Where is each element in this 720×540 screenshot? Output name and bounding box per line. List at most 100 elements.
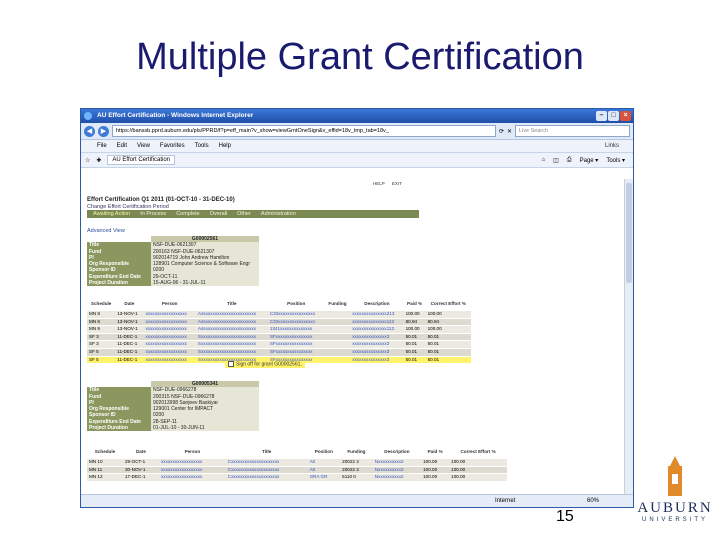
auburn-logo: AUBURN UNIVERSITY (636, 456, 714, 532)
table-cell-title: Sxxxxxxxxxxxxxxxxxxxxxxxx (195, 340, 268, 349)
advanced-view-link[interactable]: Advanced View (87, 228, 125, 234)
table-cell-fund (324, 318, 351, 327)
table-cell-date: 11-DEC-1 (115, 340, 144, 349)
address-input[interactable]: https://banssb.pprd.auburn.edu/pls/PPRD/… (112, 125, 496, 137)
table-cell-desc: Nxxxxxxxxxx2 (372, 466, 422, 475)
table-cell-schedule: MN 8 (87, 311, 116, 319)
menu-help[interactable]: Help (219, 143, 231, 149)
table-cell-title: Assxxxxxxxxxxxxxxxxxxxxxx (195, 318, 268, 327)
grant1-field-label: Project Duration (87, 280, 151, 287)
tab-awaiting-action[interactable]: Awaiting Action (93, 210, 130, 218)
table-cell-fund (324, 340, 351, 349)
column-header: Title (225, 445, 308, 459)
refresh-icon[interactable]: ⟳ (499, 128, 504, 135)
table-cell-person: xxxxxxxxxxxxxxxxxx (143, 333, 196, 342)
scrollbar-thumb[interactable] (626, 183, 632, 283)
tab-in-process[interactable]: In Process (140, 210, 166, 218)
checkbox-icon[interactable] (228, 361, 234, 367)
browser-tab[interactable]: AU Effort Certification (107, 155, 175, 165)
table-cell-paid: 100.00 (403, 311, 426, 319)
column-header: Date (115, 297, 144, 311)
print-icon[interactable]: ⎙ (567, 157, 572, 164)
tab-complete[interactable]: Complete (176, 210, 200, 218)
table-cell-date: 13-NOV-1 (115, 325, 144, 334)
table-cell-effort: 80.94 (425, 318, 471, 327)
home-icon[interactable]: ⌂ (542, 157, 546, 164)
table-row: MN 12 17-DEC-1 xxxxxxxxxxxxxxxxxx Cxxxxxxxx… (87, 473, 507, 482)
table-cell-title: Cxxxxxxxxxxxxxxxxxxxxx (225, 466, 308, 475)
table-cell-paid: 100.00 (403, 325, 426, 334)
column-header: Description (350, 297, 404, 311)
zoom-level[interactable]: 60% (587, 495, 599, 507)
tab-overall[interactable]: Overall (210, 210, 227, 218)
stop-icon[interactable]: ✕ (507, 128, 512, 135)
minimize-button[interactable]: – (596, 111, 607, 121)
table-cell-effort: 100.00 (425, 325, 471, 334)
grant1-field-value: 128901 Computer Science & Software Engr (151, 261, 259, 268)
table-cell-desc: xxxxxxxxxxxxxxx3 (350, 356, 404, 365)
menu-bar: File Edit View Favorites Tools Help Link… (81, 140, 633, 153)
feeds-icon[interactable]: ◫ (553, 157, 559, 164)
table-cell-effort: 50.01 (425, 356, 471, 365)
column-header: Schedule (87, 445, 123, 459)
table-cell-paid: 50.01 (403, 333, 426, 342)
table-cell-pos: 1341xxxxxxxxxxxxxx (267, 325, 325, 334)
forward-button[interactable]: ▶ (98, 125, 109, 137)
table-cell-desc: Nxxxxxxxxxx2 (372, 459, 422, 467)
table-row: MN 10 29-OCT-1 xxxxxxxxxxxxxxxxxx Cxxxxxxxx… (87, 459, 507, 467)
table-cell-person: xxxxxxxxxxxxxxxxxx (143, 348, 196, 357)
table-cell-paid: 100.00 (421, 473, 450, 482)
tab-administration[interactable]: Administration (261, 210, 296, 218)
table-cell-fund (324, 356, 351, 365)
vertical-scrollbar[interactable] (624, 179, 633, 495)
table-cell-fund (324, 348, 351, 357)
table-cell-pos: GRA GR (307, 473, 341, 482)
close-button[interactable]: × (620, 111, 631, 121)
menu-file[interactable]: File (97, 143, 107, 149)
maximize-button[interactable]: □ (608, 111, 619, 121)
add-favorite-icon[interactable]: ✚ (96, 157, 101, 164)
table-cell-person: xxxxxxxxxxxxxxxxxx (158, 473, 226, 482)
table-cell-schedule: MN 9 (87, 325, 116, 334)
column-header: Title (195, 297, 268, 311)
table-cell-effort: 50.01 (425, 340, 471, 349)
menu-edit[interactable]: Edit (117, 143, 127, 149)
links-label[interactable]: Links (605, 143, 619, 149)
page-menu[interactable]: Page ▾ (580, 157, 599, 164)
table-cell-date: 11-DEC-1 (115, 333, 144, 342)
column-header: Schedule (87, 297, 116, 311)
table-cell-person: xxxxxxxxxxxxxxxxxx (158, 466, 226, 475)
grant1-signoff-checkbox[interactable]: Sign off for grant G00002561. (225, 361, 305, 368)
table-row: SF 5 11-DEC-1 xxxxxxxxxxxxxxxxxx Sxxxxxxxxx… (87, 348, 471, 357)
table-cell-pos: SFxxxxxxxxxxxxxxxx (267, 333, 325, 342)
table-cell-desc: xxxxxxxxxxxxxxx3 (350, 348, 404, 357)
menu-tools[interactable]: Tools (195, 143, 209, 149)
search-input[interactable]: Live Search (515, 125, 630, 137)
column-header: Funding (340, 445, 373, 459)
logo-word: AUBURN (637, 500, 713, 516)
favorites-star-icon[interactable]: ☆ (85, 157, 90, 164)
table-cell-desc: xxxxxxxxxxxxxxx113 (350, 325, 404, 334)
table-cell-title: Cxxxxxxxxxxxxxxxxxxxxx (225, 459, 308, 467)
tab-other[interactable]: Other (237, 210, 251, 218)
status-bar: Internet 60% (81, 494, 633, 507)
tools-menu[interactable]: Tools ▾ (606, 157, 625, 164)
table-cell-person: xxxxxxxxxxxxxxxxxx (143, 356, 196, 365)
help-exit-links[interactable]: HELP EXIT (373, 181, 402, 186)
table-cell-date: 11-DEC-1 (115, 348, 144, 357)
slide-title: Multiple Grant Certification (136, 36, 584, 78)
column-header: Person (143, 297, 196, 311)
table-cell-person: xxxxxxxxxxxxxxxxxx (143, 318, 196, 327)
table-cell-schedule: SF 5 (87, 356, 116, 365)
table-cell-schedule: MN 8 (87, 318, 116, 327)
table-cell-pos: C33xxxxxxxxxxxxxxxx (267, 311, 325, 319)
table-cell-effort: 100.00 (449, 466, 507, 475)
table-cell-paid: 100.00 (421, 459, 450, 467)
menu-favorites[interactable]: Favorites (160, 143, 185, 149)
table-cell-schedule: SF 3 (87, 333, 116, 342)
grant2-field-value: 01-JUL-10 - 30-JUN-11 (151, 425, 259, 432)
menu-view[interactable]: View (137, 143, 150, 149)
table-cell-fund (324, 311, 351, 319)
logo-subtitle: UNIVERSITY (641, 517, 708, 523)
back-button[interactable]: ◀ (84, 125, 95, 137)
